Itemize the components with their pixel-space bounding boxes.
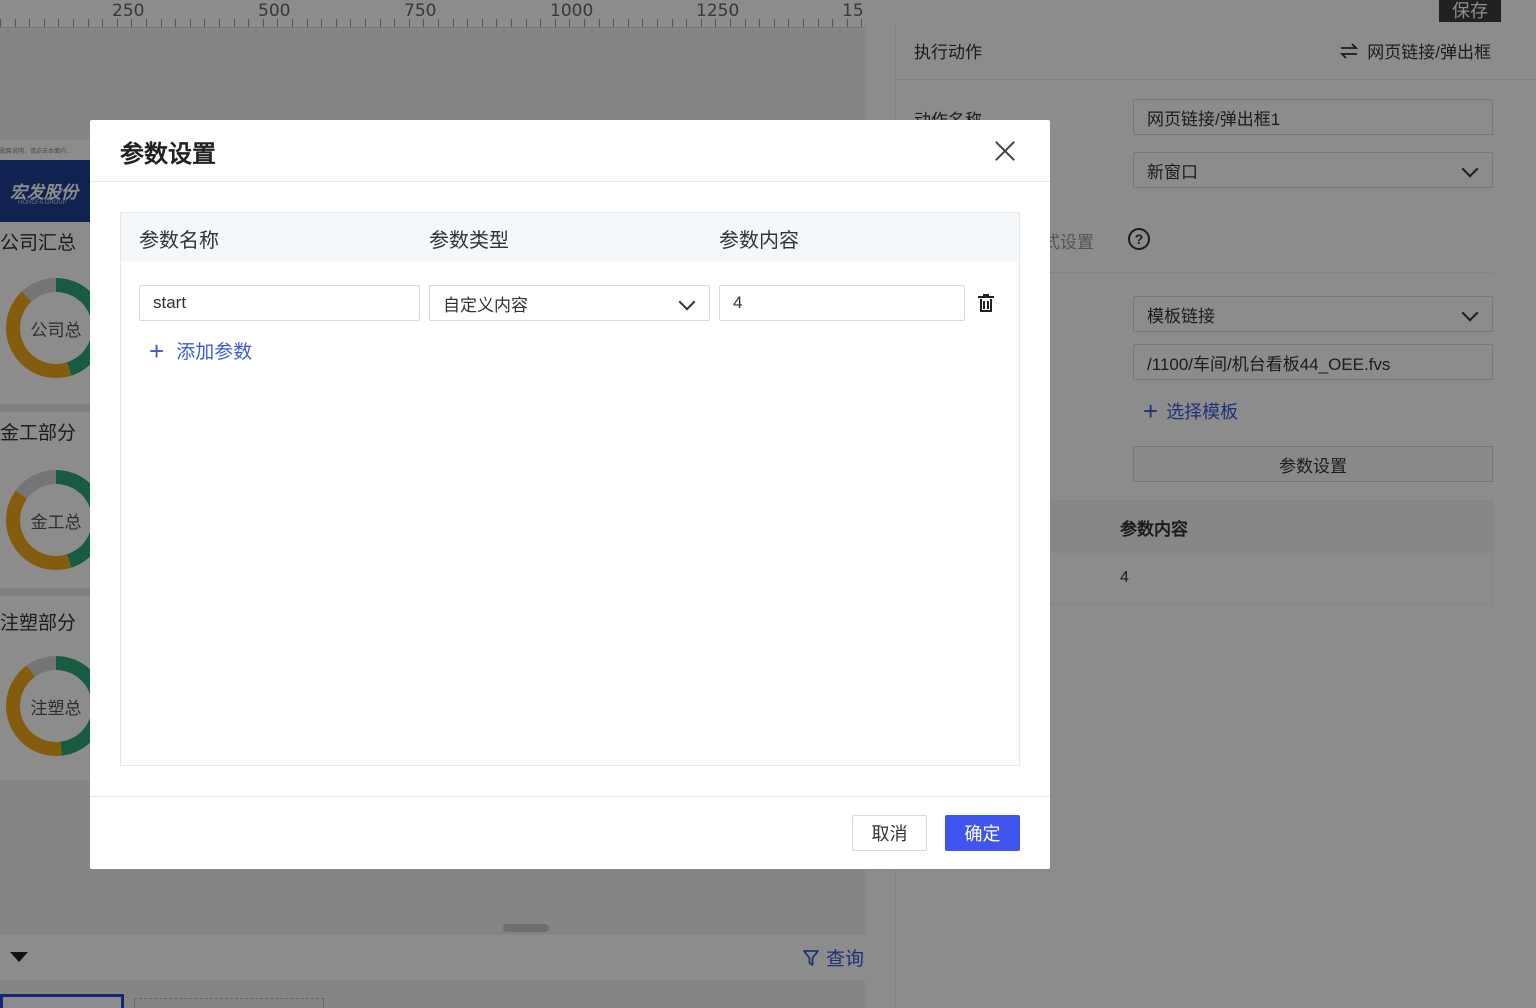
dialog-title: 参数设置 <box>120 141 216 168</box>
add-param-button[interactable]: + 添加参数 <box>149 337 252 364</box>
column-header-content: 参数内容 <box>719 230 799 252</box>
dialog-footer: 取消 确定 <box>90 796 1050 869</box>
param-content-input[interactable]: 4 <box>719 285 965 321</box>
add-param-label: 添加参数 <box>176 342 253 363</box>
param-name-value: start <box>153 293 187 312</box>
trash-icon[interactable] <box>978 294 994 312</box>
column-header-name: 参数名称 <box>139 230 219 252</box>
param-content-value: 4 <box>733 293 743 312</box>
param-type-value: 自定义内容 <box>443 295 528 315</box>
param-type-select[interactable]: 自定义内容 <box>429 285 710 321</box>
chevron-down-icon <box>678 293 696 311</box>
param-name-input[interactable]: start <box>139 285 420 321</box>
param-settings-dialog: 参数设置 参数名称 参数类型 参数内容 start 自定义内容 4 + 添加参数 <box>90 120 1050 869</box>
dialog-header: 参数设置 <box>90 120 1050 182</box>
column-header-type: 参数类型 <box>429 230 509 252</box>
cancel-button[interactable]: 取消 <box>852 815 927 851</box>
confirm-button[interactable]: 确定 <box>945 815 1020 851</box>
param-table: 参数名称 参数类型 参数内容 start 自定义内容 4 + 添加参数 <box>120 212 1020 766</box>
param-table-header: 参数名称 参数类型 参数内容 <box>121 213 1019 261</box>
plus-icon: + <box>149 335 165 366</box>
close-icon[interactable] <box>990 136 1020 166</box>
